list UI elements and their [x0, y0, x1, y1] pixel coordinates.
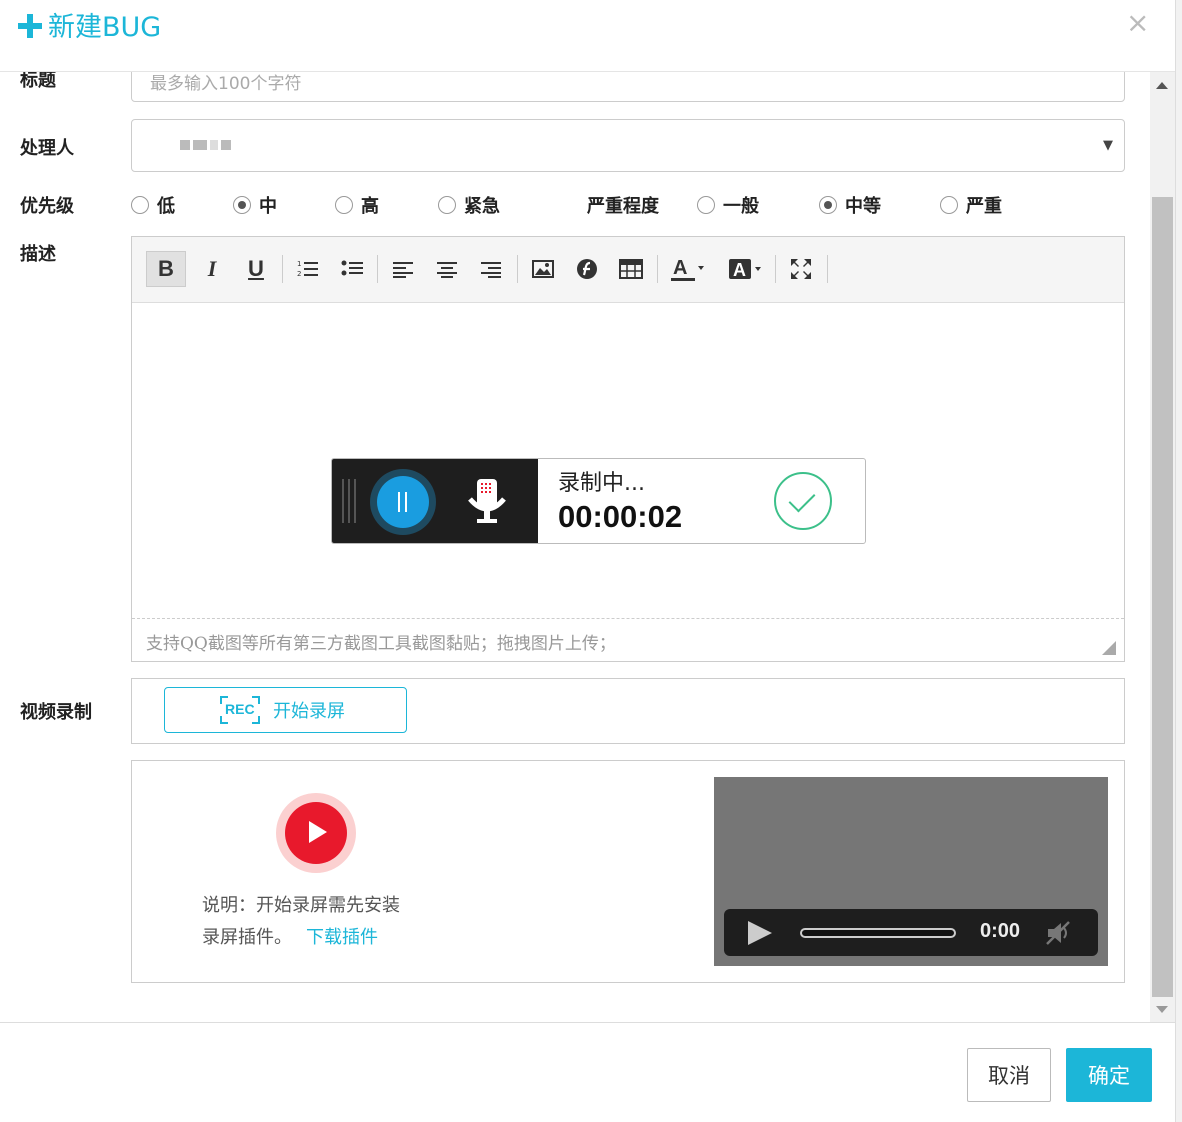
video-time: 0:00	[980, 920, 1021, 942]
scroll-up-icon[interactable]	[1156, 82, 1168, 89]
svg-text:2: 2	[297, 270, 301, 278]
plugin-note-line2: 录屏插件。 下载插件	[202, 927, 378, 948]
toolbar-separator	[827, 255, 828, 283]
background-color-icon[interactable]: A	[722, 251, 770, 287]
title-label: 标题	[20, 72, 56, 91]
toolbar-separator	[775, 255, 776, 283]
italic-button[interactable]: I	[192, 251, 232, 287]
radio-icon	[335, 196, 353, 214]
close-icon[interactable]: ×	[1126, 8, 1149, 38]
severity-option-normal[interactable]: 一般	[697, 192, 759, 218]
radio-checked-icon	[233, 196, 251, 214]
title-placeholder: 最多输入100个字符	[150, 74, 302, 94]
rich-text-editor: B I U 12 A A 支持QQ截图等所有第三方截图工具截图黏贴；拖拽图片上传…	[131, 236, 1125, 662]
radio-icon	[131, 196, 149, 214]
font-color-icon[interactable]: A	[665, 251, 713, 287]
cancel-button[interactable]: 取消	[967, 1048, 1051, 1102]
fullscreen-icon[interactable]	[781, 251, 821, 287]
mute-icon[interactable]	[1044, 919, 1072, 947]
dropdown-arrow-icon: ▼	[1103, 138, 1113, 153]
assignee-value	[180, 140, 232, 154]
dialog-header: 新建BUG ×	[0, 0, 1175, 72]
rec-icon: REC	[220, 696, 260, 724]
table-icon[interactable]	[611, 251, 651, 287]
dialog-body: 标题 最多输入100个字符 处理人 ▼ 优先级 低 中 高 紧急 严重程度 一般	[0, 72, 1150, 1022]
radio-icon	[438, 196, 456, 214]
bold-button[interactable]: B	[146, 251, 186, 287]
plus-icon	[18, 14, 42, 38]
video-play-icon[interactable]	[748, 921, 772, 945]
align-right-icon[interactable]	[471, 251, 511, 287]
description-label: 描述	[20, 244, 56, 265]
toolbar-separator	[282, 255, 283, 283]
record-play-button[interactable]	[276, 793, 356, 873]
plugin-panel: 说明：开始录屏需先安装 录屏插件。 下载插件 0:00	[131, 760, 1125, 983]
radio-icon	[697, 196, 715, 214]
start-record-label: 开始录屏	[273, 701, 345, 722]
video-controls: 0:00	[724, 909, 1098, 956]
priority-option-low[interactable]: 低	[131, 192, 175, 218]
severity-label: 严重程度	[587, 196, 659, 217]
unordered-list-icon[interactable]	[332, 251, 372, 287]
recording-controls	[332, 459, 538, 543]
scroll-thumb[interactable]	[1152, 197, 1173, 997]
editor-toolbar: B I U 12 A A	[132, 237, 1124, 303]
priority-option-medium[interactable]: 中	[233, 192, 277, 218]
recording-widget: 录制中... 00:00:02	[331, 458, 866, 544]
pause-button[interactable]	[370, 469, 436, 535]
pause-icon	[377, 476, 429, 528]
start-screen-record-button[interactable]: REC 开始录屏	[164, 687, 407, 733]
priority-option-urgent[interactable]: 紧急	[438, 192, 500, 218]
vertical-scrollbar[interactable]	[1150, 72, 1175, 1022]
radio-icon	[940, 196, 958, 214]
severity-option-severe[interactable]: 严重	[940, 192, 1002, 218]
new-bug-dialog: 新建BUG × 标题 最多输入100个字符 处理人 ▼ 优先级 低 中 高 紧急	[0, 0, 1175, 1122]
svg-text:A: A	[673, 257, 687, 279]
svg-text:A: A	[733, 260, 746, 280]
title-input[interactable]: 最多输入100个字符	[131, 72, 1125, 102]
assignee-label: 处理人	[20, 138, 74, 159]
radio-checked-icon	[819, 196, 837, 214]
background-page-strip	[1175, 0, 1182, 1122]
finish-recording-check-icon[interactable]	[774, 472, 832, 530]
resize-handle-icon[interactable]	[1102, 641, 1116, 655]
video-record-label: 视频录制	[20, 702, 92, 723]
image-icon[interactable]	[523, 251, 563, 287]
underline-button[interactable]: U	[236, 251, 276, 287]
video-progress-bar[interactable]	[800, 928, 956, 938]
align-center-icon[interactable]	[427, 251, 467, 287]
toolbar-separator	[377, 255, 378, 283]
plugin-note-line1: 说明：开始录屏需先安装	[202, 895, 400, 916]
align-left-icon[interactable]	[383, 251, 423, 287]
dialog-footer: 取消 确定	[0, 1022, 1175, 1122]
svg-text:1: 1	[297, 260, 301, 268]
priority-option-high[interactable]: 高	[335, 192, 379, 218]
play-icon	[285, 802, 347, 864]
toolbar-separator	[517, 255, 518, 283]
recording-status: 录制中...	[558, 471, 645, 496]
assignee-select[interactable]: ▼	[131, 119, 1125, 172]
flash-icon[interactable]	[567, 251, 607, 287]
priority-label: 优先级	[20, 196, 74, 217]
ordered-list-icon[interactable]: 12	[288, 251, 328, 287]
scroll-down-icon[interactable]	[1156, 1006, 1168, 1013]
dialog-title: 新建BUG	[48, 12, 162, 43]
video-record-row: REC 开始录屏	[131, 678, 1125, 744]
drag-handle-icon[interactable]	[342, 479, 356, 523]
toolbar-separator	[657, 255, 658, 283]
recording-timer: 00:00:02	[558, 499, 683, 534]
download-plugin-link[interactable]: 下载插件	[306, 927, 378, 948]
severity-option-moderate[interactable]: 中等	[819, 192, 881, 218]
confirm-button[interactable]: 确定	[1066, 1048, 1152, 1102]
microphone-icon[interactable]	[467, 477, 507, 527]
editor-hint: 支持QQ截图等所有第三方截图工具截图黏贴；拖拽图片上传；	[132, 618, 1124, 661]
video-player[interactable]: 0:00	[714, 777, 1108, 966]
